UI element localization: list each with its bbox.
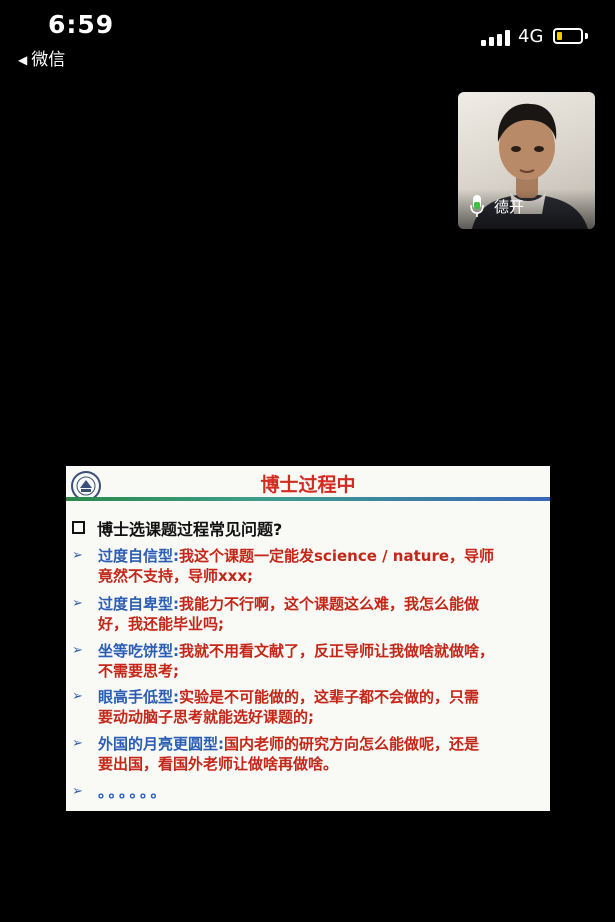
- back-label: 微信: [31, 50, 66, 70]
- microphone-icon: [470, 195, 484, 217]
- back-arrow-icon: ◀: [18, 53, 28, 67]
- slide-heading-text: 博士选课题过程常见问题?: [97, 520, 283, 539]
- item-line1: 国内老师的研究方向怎么能做呢，还是: [224, 735, 480, 753]
- slide-divider: [66, 497, 550, 501]
- arrow-bullet-icon: ➢: [72, 736, 83, 751]
- item-line1: 我这个课题一定能发science / nature，导师: [179, 547, 495, 565]
- item-term: 过度自卑型:: [98, 595, 179, 613]
- item-line1: 我能力不行啊，这个课题这么难，我怎么能做: [179, 595, 480, 613]
- item-line2: 要动动脑子思考就能选好课题的;: [98, 708, 315, 726]
- item-line1: 我就不用看文献了，反正导师让我做啥就做啥，: [179, 642, 495, 660]
- item-line2: 不需要思考;: [98, 662, 179, 680]
- list-item: ➢ 。。。。。。: [72, 782, 542, 802]
- list-item: ➢ 外国的月亮更圆型:国内老师的研究方向怎么能做呢，还是要出国，看国外老师让做啥…: [72, 734, 542, 774]
- slide-heading: 博士选课题过程常见问题?: [72, 516, 282, 540]
- list-item: ➢ 过度自信型:我这个课题一定能发science / nature，导师竟然不支…: [72, 546, 542, 586]
- list-item: ➢ 眼高手低型:实验是不可能做的，这辈子都不会做的，只需要动动脑子思考就能选好课…: [72, 687, 542, 727]
- list-item: ➢ 坐等吃饼型:我就不用看文献了，反正导师让我做啥就做啥， 不需要思考;: [72, 641, 542, 681]
- participant-name-bar: 德开: [458, 189, 595, 229]
- status-bar: 6:59 ◀ 微信 4G: [0, 0, 615, 80]
- item-line1: 实验是不可能做的，这辈子都不会做的，只需: [179, 688, 480, 706]
- arrow-bullet-icon: ➢: [72, 643, 83, 658]
- item-term: 眼高手低型:: [98, 688, 179, 706]
- network-type: 4G: [518, 26, 544, 47]
- item-line2: 好，我还能毕业吗;: [98, 615, 224, 633]
- battery-icon: [553, 28, 583, 44]
- item-term: 坐等吃饼型:: [98, 642, 179, 660]
- slide-title: 博士过程中: [260, 474, 356, 496]
- item-line2: 要出国，看国外老师让做啥再做啥。: [98, 755, 339, 773]
- signal-icon: [481, 30, 513, 46]
- ellipsis-text: 。。。。。。: [98, 783, 169, 801]
- back-to-wechat-button[interactable]: ◀ 微信: [18, 45, 65, 70]
- arrow-bullet-icon: ➢: [72, 596, 83, 611]
- arrow-bullet-icon: ➢: [72, 689, 83, 704]
- arrow-bullet-icon: ➢: [72, 548, 83, 563]
- clock-time: 6:59: [48, 10, 115, 39]
- shared-screen-slide: 博士过程中 博士选课题过程常见问题? ➢ 过度自信型:我这个课题一定能发scie…: [66, 466, 550, 811]
- participant-name: 德开: [494, 198, 525, 216]
- item-term: 过度自信型:: [98, 547, 179, 565]
- arrow-bullet-icon: ➢: [72, 784, 83, 799]
- battery-tip: [585, 33, 588, 39]
- item-term: 外国的月亮更圆型:: [98, 735, 224, 753]
- list-item: ➢ 过度自卑型:我能力不行啊，这个课题这么难，我怎么能做好，我还能毕业吗;: [72, 594, 542, 634]
- item-line2: 竟然不支持，导师xxx;: [98, 567, 254, 585]
- square-bullet-icon: [72, 521, 85, 534]
- participant-video-tile[interactable]: 德开: [458, 92, 595, 229]
